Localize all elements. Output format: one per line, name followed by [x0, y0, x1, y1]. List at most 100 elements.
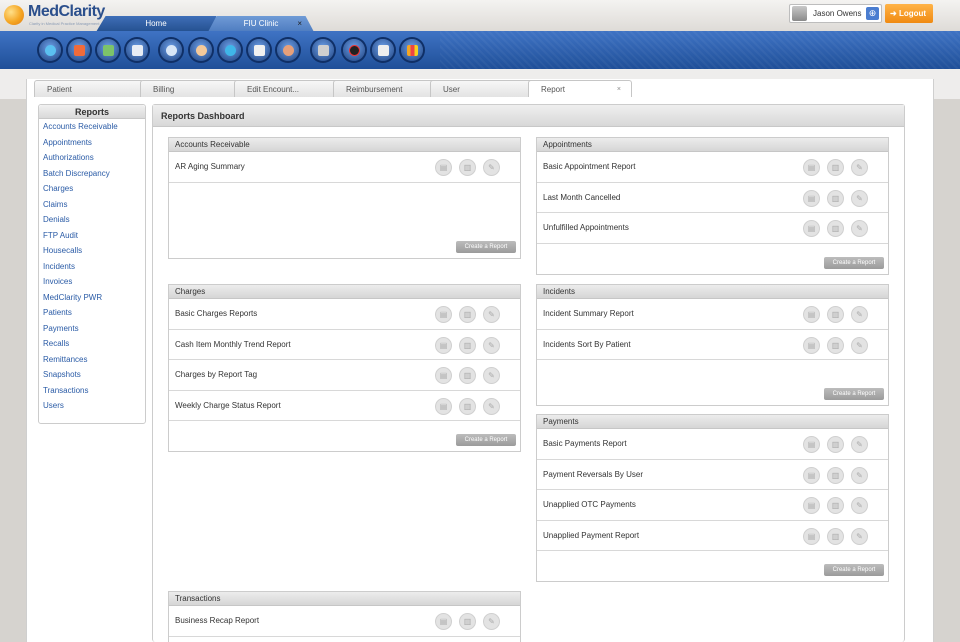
- edit-icon[interactable]: ✎: [483, 398, 500, 415]
- report-row[interactable]: Basic Appointment Report▤▥✎: [537, 152, 888, 183]
- report-row[interactable]: Payment Reversals By User▤▥✎: [537, 460, 888, 491]
- clipboard-icon[interactable]: ▥: [827, 220, 844, 237]
- people-icon[interactable]: [39, 39, 61, 61]
- report-row[interactable]: Cash Item Monthly Trend Report▤▥✎: [169, 330, 520, 361]
- report-row[interactable]: Unapplied OTC Payments▤▥✎: [537, 490, 888, 521]
- calendar-icon[interactable]: [68, 39, 90, 61]
- tab-billing[interactable]: Billing: [140, 80, 240, 97]
- report-row[interactable]: Weekly Charge Status Report▤▥✎: [169, 391, 520, 422]
- tab-user[interactable]: User: [430, 80, 534, 97]
- sidebar-item-users[interactable]: Users: [39, 398, 145, 414]
- edit-icon[interactable]: ✎: [483, 306, 500, 323]
- dollar-icon[interactable]: [219, 39, 241, 61]
- logout-button[interactable]: ➜ Logout: [885, 4, 933, 23]
- edit-icon[interactable]: ✎: [483, 337, 500, 354]
- document-icon[interactable]: ▤: [803, 190, 820, 207]
- report-row[interactable]: Business Recap Report▤▥✎: [169, 606, 520, 637]
- report-row[interactable]: Charges by Report Tag▤▥✎: [169, 360, 520, 391]
- tab-home[interactable]: Home: [96, 16, 216, 32]
- document-icon[interactable]: ▤: [803, 467, 820, 484]
- document-icon[interactable]: ▤: [435, 159, 452, 176]
- sidebar-item-payments[interactable]: Payments: [39, 321, 145, 337]
- edit-icon[interactable]: ✎: [851, 190, 868, 207]
- document-icon[interactable]: ▤: [803, 497, 820, 514]
- tab-edit-encounter[interactable]: Edit Encount...: [234, 80, 338, 97]
- document-icon[interactable]: ▤: [435, 613, 452, 630]
- doctor-icon[interactable]: [190, 39, 212, 61]
- edit-icon[interactable]: ✎: [851, 467, 868, 484]
- close-tab-icon[interactable]: ×: [617, 81, 621, 98]
- sidebar-item-claims[interactable]: Claims: [39, 197, 145, 213]
- sidebar-item-remittances[interactable]: Remittances: [39, 352, 145, 368]
- report-row[interactable]: Unfulfilled Appointments▤▥✎: [537, 213, 888, 244]
- edit-icon[interactable]: ✎: [851, 306, 868, 323]
- tab-reimbursement[interactable]: Reimbursement: [333, 80, 437, 97]
- report-row[interactable]: Basic Charges Reports▤▥✎: [169, 299, 520, 330]
- create-report-button[interactable]: Create a Report: [456, 241, 516, 253]
- edit-icon[interactable]: ✎: [851, 436, 868, 453]
- sidebar-item-authorizations[interactable]: Authorizations: [39, 150, 145, 166]
- edit-icon[interactable]: ✎: [483, 159, 500, 176]
- create-report-button[interactable]: Create a Report: [456, 434, 516, 446]
- clipboard-icon[interactable]: ▥: [827, 467, 844, 484]
- document-icon[interactable]: ▤: [435, 306, 452, 323]
- edit-icon[interactable]: ✎: [851, 337, 868, 354]
- report-row[interactable]: Unapplied Payment Report▤▥✎: [537, 521, 888, 552]
- tab-clinic[interactable]: FIU Clinic×: [208, 16, 314, 32]
- handshake-icon[interactable]: [372, 39, 394, 61]
- clipboard-icon[interactable]: ▥: [827, 190, 844, 207]
- report-row[interactable]: AR Aging Summary▤▥✎: [169, 152, 520, 183]
- clipboard-icon[interactable]: ▥: [459, 398, 476, 415]
- sidebar-item-batch-discrepancy[interactable]: Batch Discrepancy: [39, 166, 145, 182]
- report-row[interactable]: Incident Summary Report▤▥✎: [537, 299, 888, 330]
- sidebar-item-transactions[interactable]: Transactions: [39, 383, 145, 399]
- edit-icon[interactable]: ✎: [851, 220, 868, 237]
- tab-report[interactable]: Report×: [528, 80, 632, 97]
- tab-patient[interactable]: Patient: [34, 80, 144, 97]
- sidebar-item-appointments[interactable]: Appointments: [39, 135, 145, 151]
- clipboard-icon[interactable]: ▥: [459, 306, 476, 323]
- printer-icon[interactable]: [312, 39, 334, 61]
- clipboard-icon[interactable]: ▥: [459, 367, 476, 384]
- sidebar-item-charges[interactable]: Charges: [39, 181, 145, 197]
- document-icon[interactable]: ▤: [803, 528, 820, 545]
- edit-icon[interactable]: ✎: [483, 613, 500, 630]
- document-icon[interactable]: ▤: [803, 337, 820, 354]
- clipboard-icon[interactable]: ▥: [459, 613, 476, 630]
- clipboard-icon[interactable]: ▥: [827, 337, 844, 354]
- close-tab-icon[interactable]: ×: [297, 16, 302, 32]
- clipboard-icon[interactable]: ▥: [827, 436, 844, 453]
- document-icon[interactable]: ▤: [803, 436, 820, 453]
- nurse-icon[interactable]: [277, 39, 299, 61]
- document-icon[interactable]: ▤: [435, 337, 452, 354]
- bar-chart-icon[interactable]: [401, 39, 423, 61]
- clipboard-icon[interactable]: ▥: [459, 337, 476, 354]
- sidebar-item-accounts-receivable[interactable]: Accounts Receivable: [39, 119, 145, 135]
- documents-icon[interactable]: [126, 39, 148, 61]
- sidebar-item-recalls[interactable]: Recalls: [39, 336, 145, 352]
- clipboard-icon[interactable]: [248, 39, 270, 61]
- sidebar-item-incidents[interactable]: Incidents: [39, 259, 145, 275]
- report-row[interactable]: Last Month Cancelled▤▥✎: [537, 183, 888, 214]
- edit-icon[interactable]: ✎: [851, 497, 868, 514]
- document-icon[interactable]: ▤: [435, 367, 452, 384]
- edit-icon[interactable]: ✎: [851, 528, 868, 545]
- money-icon[interactable]: [97, 39, 119, 61]
- sidebar-item-housecalls[interactable]: Housecalls: [39, 243, 145, 259]
- document-icon[interactable]: ▤: [803, 159, 820, 176]
- report-row[interactable]: Incidents Sort By Patient▤▥✎: [537, 330, 888, 361]
- create-report-button[interactable]: Create a Report: [824, 564, 884, 576]
- create-report-button[interactable]: Create a Report: [824, 257, 884, 269]
- document-icon[interactable]: ▤: [803, 306, 820, 323]
- sidebar-item-ftp-audit[interactable]: FTP Audit: [39, 228, 145, 244]
- user-menu[interactable]: Jason Owens ⊕: [789, 4, 882, 23]
- clipboard-icon[interactable]: ▥: [827, 497, 844, 514]
- settings-icon[interactable]: [160, 39, 182, 61]
- sidebar-item-patients[interactable]: Patients: [39, 305, 145, 321]
- clipboard-icon[interactable]: ▥: [827, 528, 844, 545]
- report-row[interactable]: Basic Payments Report▤▥✎: [537, 429, 888, 460]
- edit-icon[interactable]: ✎: [851, 159, 868, 176]
- clipboard-icon[interactable]: ▥: [827, 159, 844, 176]
- clipboard-icon[interactable]: ▥: [827, 306, 844, 323]
- document-icon[interactable]: ▤: [803, 220, 820, 237]
